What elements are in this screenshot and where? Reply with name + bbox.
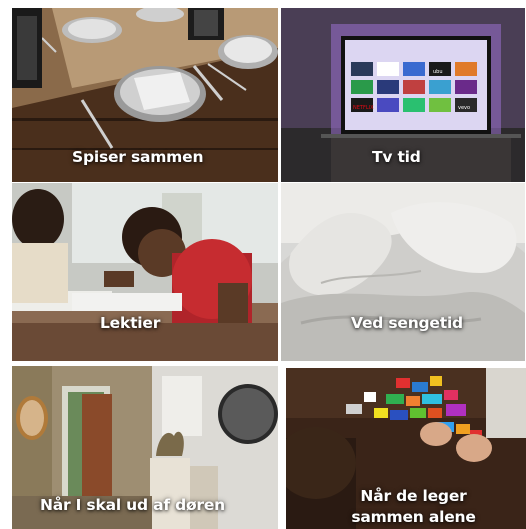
tile-label: Ved sengetid <box>351 314 463 332</box>
app-tile-text: ubu <box>433 69 443 75</box>
tile-naar-de-leger-sammen-alene[interactable]: Når de leger sammen alene <box>286 368 526 529</box>
tile-label: Spiser sammen <box>72 148 204 166</box>
tile-naar-i-skal-ud-af-doeren[interactable]: Når I skal ud af døren <box>12 366 278 529</box>
tile-label: Tv tid <box>372 148 421 166</box>
app-tile-text: NETFLIX <box>353 105 374 111</box>
tile-ved-sengetid[interactable]: Ved sengetid <box>281 183 525 361</box>
tile-lektier[interactable]: Lektier <box>12 183 278 361</box>
bed-photo <box>281 183 525 361</box>
tile-tv-tid[interactable]: NETFLIX ubu vevo Tv tid <box>281 8 525 182</box>
tile-label: Lektier <box>100 314 161 332</box>
app-tile-text: vevo <box>458 105 470 111</box>
tile-label: Når I skal ud af døren <box>40 496 225 514</box>
tile-spiser-sammen[interactable]: Spiser sammen <box>12 8 278 182</box>
homework-photo <box>12 183 278 361</box>
tile-label: Når de leger sammen alene <box>351 487 476 526</box>
